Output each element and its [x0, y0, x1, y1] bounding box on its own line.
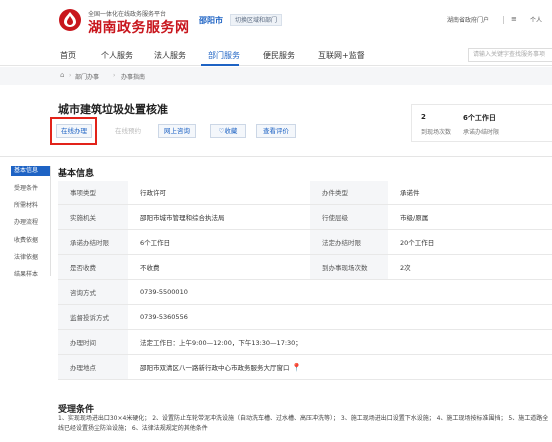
view-review-button[interactable]: 查看评价 [256, 124, 296, 138]
visit-count-value: 2 [421, 113, 426, 121]
info-value: 邵阳市城市管理和综合执法局 [128, 204, 310, 230]
table-row: 是否收费 不收费 到办事现场次数 2次 [58, 254, 552, 280]
info-value: 0739-5500010 [128, 279, 552, 305]
breadcrumb-department[interactable]: 部门办事 [75, 72, 99, 81]
online-appointment-button[interactable]: 在线预约 [108, 124, 148, 138]
time-limit-value: 6个工作日 [463, 114, 496, 122]
user-link[interactable]: 个人 [530, 15, 542, 24]
side-nav-legal-basis[interactable]: 法律依据 [14, 252, 38, 261]
gov-portal-link[interactable]: 湖南省政府门户 [447, 15, 489, 24]
stats-box: 2 到现场次数 6个工作日 承诺办结时限 [411, 104, 552, 142]
info-label: 监督投诉方式 [58, 304, 128, 330]
table-row: 办理地点 邵阳市双清区八一路新行政中心市政务服务大厅窗口 📍 [58, 354, 552, 380]
side-nav-conditions[interactable]: 受理条件 [14, 183, 38, 192]
side-nav-track [50, 166, 51, 276]
online-consult-button[interactable]: 网上咨询 [158, 124, 196, 138]
info-label: 承诺办结时限 [58, 229, 128, 255]
nav-corporate-services[interactable]: 法人服务 [154, 50, 186, 61]
info-label: 是否收费 [58, 254, 128, 280]
header-divider [503, 16, 504, 24]
nav-internet-supervision[interactable]: 互联网+监督 [318, 50, 365, 61]
info-label: 办件类型 [310, 181, 388, 205]
info-label: 办理地点 [58, 354, 128, 380]
table-row: 承诺办结时限 6个工作日 法定办结时限 20个工作日 [58, 229, 552, 255]
logo-title[interactable]: 湖南政务服务网 [88, 17, 190, 37]
conditions-text: 1、实现现场进出口30×4米硬化； 2、设置防止车轮带泥冲洗设施（自动洗车槽、过… [58, 415, 549, 432]
info-value: 承诺件 [388, 181, 552, 205]
visit-count-label: 到现场次数 [421, 129, 452, 136]
info-label: 法定办结时限 [310, 229, 388, 255]
breadcrumb-current: 办事指南 [121, 74, 146, 81]
breadcrumb-separator: › [113, 72, 116, 79]
table-row: 监督投诉方式 0739-5360556 [58, 304, 552, 330]
side-nav-result-sample[interactable]: 结果样本 [14, 269, 38, 278]
side-nav-basic-info[interactable]: 基本信息 [11, 166, 51, 176]
nav-active-indicator [201, 64, 239, 66]
logo-emblem-icon [59, 9, 81, 31]
home-icon[interactable]: ⌂ [60, 71, 64, 79]
table-row: 事项类型 行政许可 办件类型 承诺件 [58, 181, 552, 205]
switch-region-button[interactable]: 切换区域和部门 [230, 14, 283, 26]
nav-department-services[interactable]: 部门服务 [208, 50, 240, 61]
page-root: 全国一体化在线政务服务平台 湖南政务服务网 邵阳市 切换区域和部门 湖南省政府门… [0, 0, 552, 442]
info-value: 0739-5360556 [128, 304, 552, 330]
info-label: 到办事现场次数 [310, 254, 388, 280]
site-header: 全国一体化在线政务服务平台 湖南政务服务网 邵阳市 切换区域和部门 湖南省政府门… [0, 0, 552, 44]
nav-public-services[interactable]: 便民服务 [263, 50, 295, 61]
info-label: 咨询方式 [58, 279, 128, 305]
side-nav-fee-basis[interactable]: 收费依据 [14, 235, 38, 244]
info-label: 行使层级 [310, 204, 388, 230]
info-value: 市级/原属 [388, 204, 552, 230]
location-pin-icon[interactable]: 📍 [292, 363, 302, 372]
breadcrumb-separator: › [69, 72, 72, 79]
main-nav: 首页 个人服务 法人服务 部门服务 便民服务 互联网+监督 请输入关键字查找服务… [0, 44, 552, 66]
highlight-box [50, 117, 97, 145]
info-value: 法定工作日：上午9:00—12:00，下午13:30—17:30； [128, 329, 552, 355]
favorite-button[interactable]: ♡收藏 [210, 124, 246, 138]
office-address: 邵阳市双清区八一路新行政中心市政务服务大厅窗口 [140, 363, 290, 372]
info-value-cell: 邵阳市双清区八一路新行政中心市政务服务大厅窗口 📍 [128, 354, 552, 380]
info-label: 事项类型 [58, 181, 128, 205]
basic-info-table: 事项类型 行政许可 办件类型 承诺件 实施机关 邵阳市城市管理和综合执法局 行使… [58, 181, 552, 380]
favorite-label: 收藏 [224, 127, 238, 135]
table-row: 办理时间 法定工作日：上午9:00—12:00，下午13:30—17:30； [58, 329, 552, 355]
menu-icon[interactable]: ≡ [511, 15, 517, 23]
current-city: 邵阳市 [199, 16, 223, 25]
table-row: 咨询方式 0739-5500010 [58, 279, 552, 305]
side-nav-materials[interactable]: 所需材料 [14, 200, 38, 209]
side-nav-process[interactable]: 办理流程 [14, 217, 38, 226]
info-value: 2次 [388, 254, 552, 280]
info-value: 行政许可 [128, 181, 310, 205]
info-value: 20个工作日 [388, 229, 552, 255]
basic-info-title: 基本信息 [58, 169, 95, 179]
info-label: 办理时间 [58, 329, 128, 355]
nav-home[interactable]: 首页 [60, 50, 76, 61]
breadcrumb: ⌂ › 部门办事 › 办事指南 [0, 67, 552, 85]
info-value: 不收费 [128, 254, 310, 280]
search-input[interactable]: 请输入关键字查找服务事项 [468, 48, 552, 62]
time-limit-label: 承诺办结时限 [463, 129, 500, 136]
table-row: 实施机关 邵阳市城市管理和综合执法局 行使层级 市级/原属 [58, 204, 552, 230]
info-label: 实施机关 [58, 204, 128, 230]
content-divider [0, 156, 552, 157]
page-title: 城市建筑垃圾处置核准 [58, 103, 168, 116]
info-value: 6个工作日 [128, 229, 310, 255]
nav-personal-services[interactable]: 个人服务 [101, 50, 133, 61]
